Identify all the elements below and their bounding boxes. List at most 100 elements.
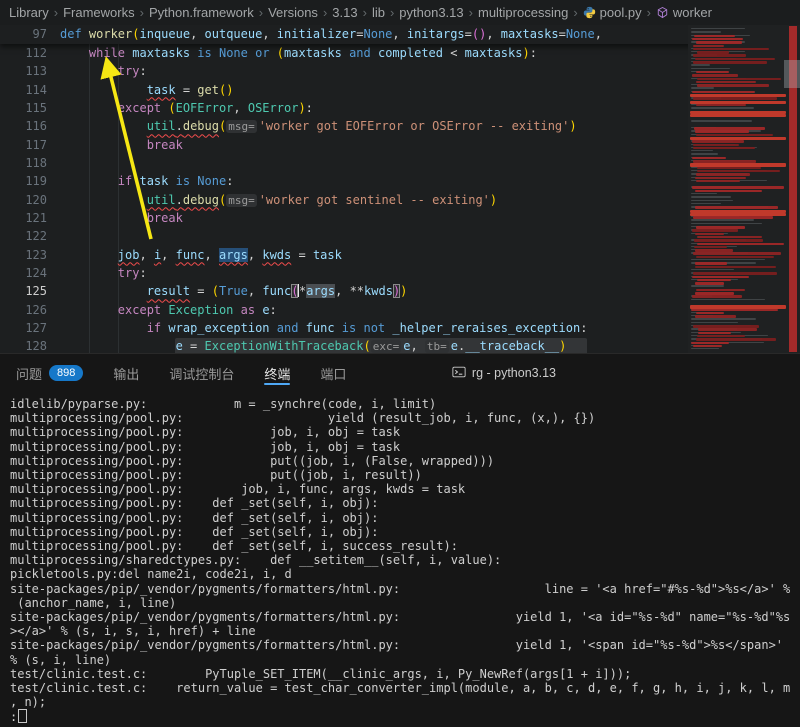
terminal-line: multiprocessing/pool.py: job, i, obj = t… [10, 440, 800, 454]
breadcrumb-item[interactable]: multiprocessing [478, 5, 568, 20]
vscode-window: Library › Frameworks › Python.framework › Vers… [0, 0, 800, 727]
line-number: 114 [0, 81, 47, 99]
tab-debug-console[interactable]: 调试控制台 [169, 354, 234, 392]
code-line[interactable]: 126 except Exception as e: [0, 301, 688, 319]
terminal-line: site-packages/pip/_vendor/pygments/forma… [10, 638, 800, 652]
breadcrumb-item[interactable]: 3.13 [332, 5, 357, 20]
line-number: 120 [0, 191, 47, 209]
breadcrumb: Library › Frameworks › Python.framework › Vers… [0, 0, 800, 25]
code-line[interactable]: 117 break [0, 136, 688, 154]
code-line[interactable]: 116 util.debug(msg='worker got EOFError … [0, 117, 688, 135]
terminal-line: multiprocessing/pool.py: def _set(self, … [10, 525, 800, 539]
launch-profile-button[interactable] [603, 362, 625, 384]
code-line[interactable]: 113 try: [0, 62, 688, 80]
code-line[interactable]: 114 task = get() [0, 81, 688, 99]
code-text: util.debug(msg='worker got EOFError or O… [47, 117, 577, 135]
kill-terminal-button[interactable] [673, 362, 695, 384]
code-line[interactable]: 118 [0, 154, 688, 172]
terminal-line: multiprocessing/pool.py: def _set(self, … [10, 511, 800, 525]
code-text: while maxtasks is None or (maxtasks and … [47, 44, 537, 62]
breadcrumb-separator: › [363, 5, 367, 20]
python-icon [583, 6, 596, 19]
line-number: 125 [0, 282, 47, 300]
line-number: 115 [0, 99, 47, 117]
terminal-line: multiprocessing/pool.py: put((job, i, re… [10, 468, 800, 482]
breadcrumb-label: Library [9, 5, 49, 20]
breadcrumb-item[interactable]: python3.13 [399, 5, 463, 20]
breadcrumb-item[interactable]: Versions [268, 5, 318, 20]
line-number: 117 [0, 136, 47, 154]
tab-terminal[interactable]: 终端 [264, 354, 290, 392]
code-lines: 112 while maxtasks is None or (maxtasks … [0, 44, 688, 353]
line-number: 121 [0, 209, 47, 227]
breadcrumb-item[interactable]: Python.framework [149, 5, 254, 20]
breadcrumb-separator: › [390, 5, 394, 20]
code-text [47, 154, 60, 172]
panel-tab-label: 终端 [264, 364, 290, 383]
split-terminal-button[interactable] [642, 362, 664, 384]
code-line[interactable]: 121 break [0, 209, 688, 227]
terminal-line: multiprocessing/pool.py: def _set(self, … [10, 539, 800, 553]
editor-scrollbar-thumb[interactable] [784, 60, 800, 88]
code-line[interactable]: 112 while maxtasks is None or (maxtasks … [0, 44, 688, 62]
breadcrumb-item[interactable]: Library [9, 5, 49, 20]
pager-prompt-line: : [10, 709, 800, 724]
code-line[interactable]: 128 e = ExceptionWithTraceback(exc=e, tb… [0, 337, 688, 353]
line-number: 126 [0, 301, 47, 319]
panel-tab-label: 端口 [320, 364, 346, 383]
breadcrumb-separator: › [323, 5, 327, 20]
sticky-scroll-line[interactable]: 97def worker(inqueue, outqueue, initiali… [0, 25, 800, 44]
line-number: 119 [0, 172, 47, 190]
terminal-line: site-packages/pip/_vendor/pygments/forma… [10, 610, 800, 624]
terminal-line: (anchor_name, i, line) [10, 596, 800, 610]
tab-output[interactable]: 输出 [113, 354, 139, 392]
code-line[interactable]: 127 if wrap_exception and func is not _h… [0, 319, 688, 337]
code-text: break [47, 209, 183, 227]
panel-tab-label: 问题 [16, 364, 42, 383]
breadcrumb-item[interactable]: worker [656, 5, 712, 20]
line-number: 124 [0, 264, 47, 282]
terminal-line: multiprocessing/pool.py: job, i, obj = t… [10, 425, 800, 439]
tab-problems[interactable]: 问题898 [16, 354, 83, 392]
breadcrumb-separator: › [259, 5, 263, 20]
panel-tabs: 问题898 输出 调试控制台 终端 端口 rg - python3.13 [0, 354, 800, 392]
tab-ports[interactable]: 端口 [320, 354, 346, 392]
breadcrumb-item[interactable]: Frameworks [63, 5, 135, 20]
code-line[interactable]: 119 if task is None: [0, 172, 688, 190]
line-number: 128 [0, 337, 47, 353]
code-line[interactable]: 123 job, i, func, args, kwds = task [0, 246, 688, 264]
code-text: def worker(inqueue, outqueue, initialize… [47, 25, 602, 44]
code-text: if task is None: [47, 172, 233, 190]
line-number: 113 [0, 62, 47, 80]
terminal-line: multiprocessing/pool.py: yield (result_j… [10, 411, 800, 425]
breadcrumb-label: multiprocessing [478, 5, 568, 20]
sticky-code-line[interactable]: 97def worker(inqueue, outqueue, initiali… [0, 25, 800, 44]
code-text: if wrap_exception and func is not _helpe… [47, 319, 587, 337]
terminal-session-item[interactable]: rg - python3.13 [452, 365, 556, 382]
breadcrumb-separator: › [54, 5, 58, 20]
breadcrumb-separator: › [469, 5, 473, 20]
terminal-output[interactable]: idlelib/pyparse.py: m = _synchre(code, i… [0, 392, 800, 727]
code-line[interactable]: 122 [0, 227, 688, 245]
minimap[interactable] [688, 25, 800, 353]
breadcrumb-separator: › [573, 5, 577, 20]
code-editor[interactable]: 97def worker(inqueue, outqueue, initiali… [0, 25, 800, 353]
breadcrumb-item[interactable]: lib [372, 5, 385, 20]
close-panel-button[interactable] [766, 362, 788, 384]
code-text: e = ExceptionWithTraceback(exc=e, tb=e._… [47, 337, 566, 353]
code-text: except Exception as e: [47, 301, 277, 319]
code-text [47, 227, 60, 245]
terminal-line: % (s, i, line) [10, 653, 800, 667]
panel-tab-label: 输出 [113, 364, 139, 383]
breadcrumb-label: 3.13 [332, 5, 357, 20]
code-line[interactable]: 120 util.debug(msg='worker got sentinel … [0, 191, 688, 209]
code-line[interactable]: 115 except (EOFError, OSError): [0, 99, 688, 117]
maximize-panel-button[interactable] [735, 362, 757, 384]
breadcrumb-label: Versions [268, 5, 318, 20]
breadcrumb-item[interactable]: pool.py [583, 5, 642, 20]
new-terminal-button[interactable] [572, 362, 594, 384]
code-line[interactable]: 124 try: [0, 264, 688, 282]
breadcrumb-label: Frameworks [63, 5, 135, 20]
more-actions-button[interactable] [704, 362, 726, 384]
code-line[interactable]: 125 result = (True, func(*args, **kwds)) [0, 282, 688, 300]
